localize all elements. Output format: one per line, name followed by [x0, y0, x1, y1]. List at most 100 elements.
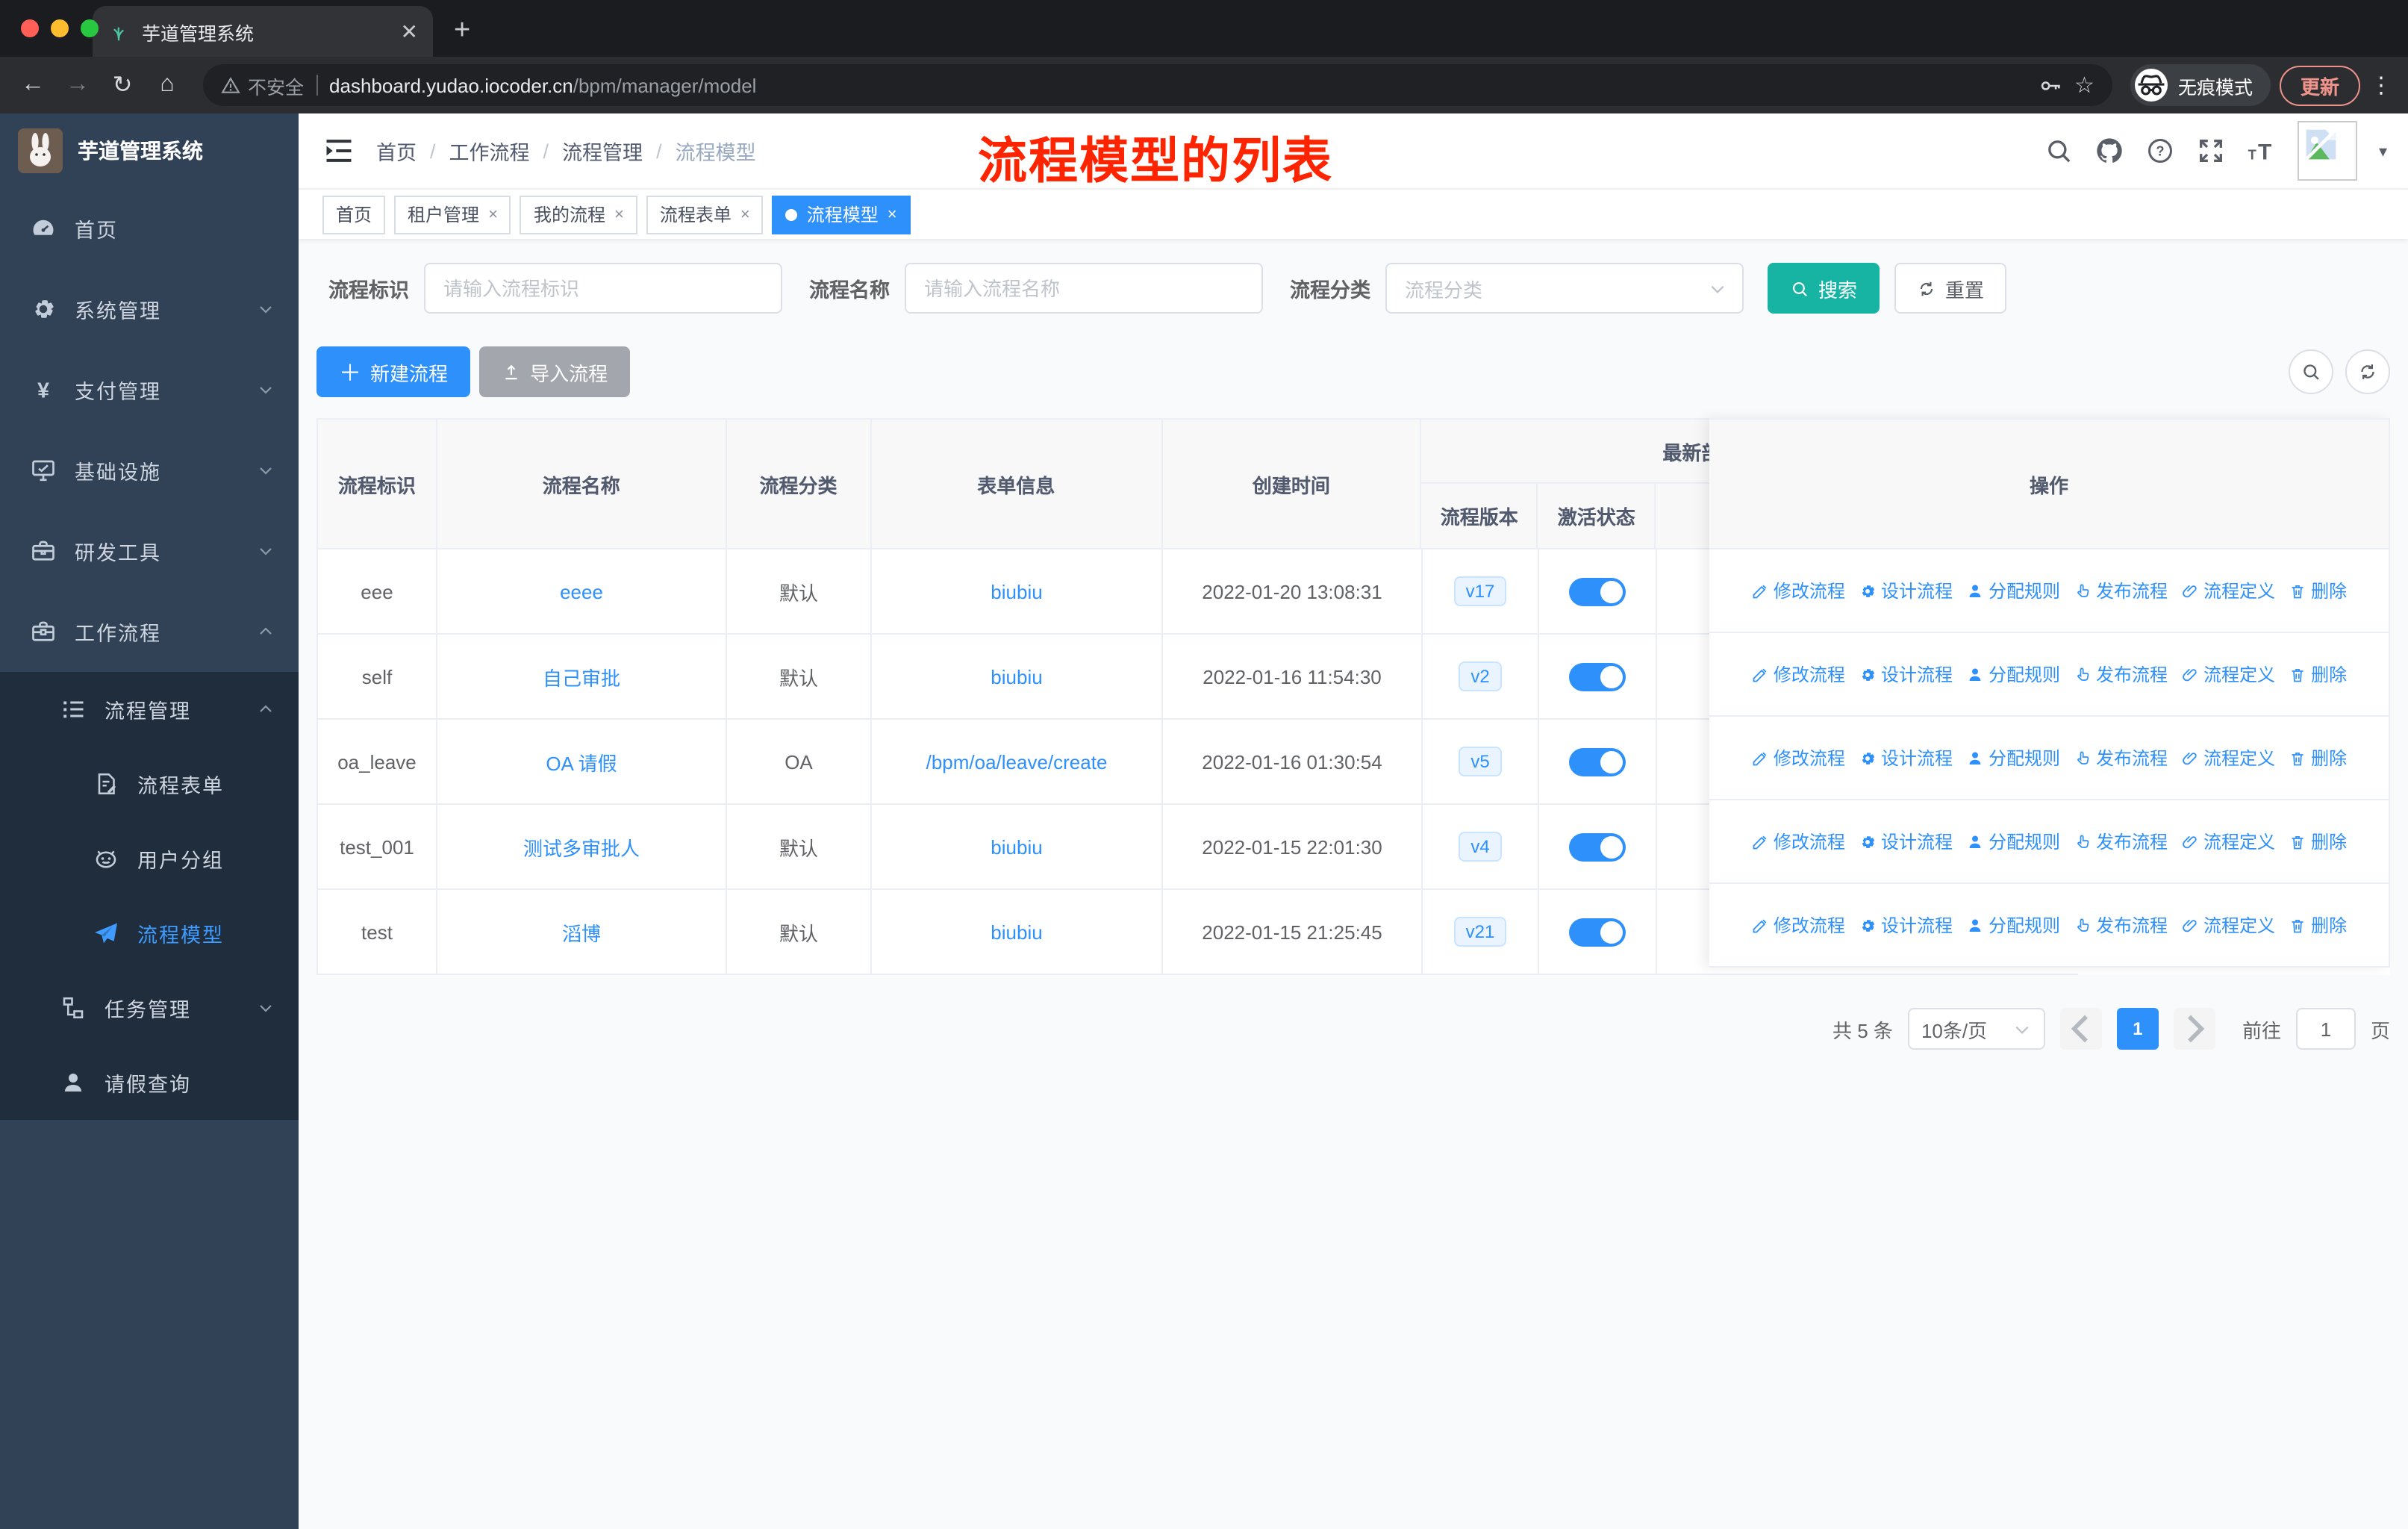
tag-4[interactable]: 流程模型 ×: [772, 195, 911, 234]
action-deploy-hand-link[interactable]: 发布流程: [2074, 912, 2168, 938]
action-edit-link[interactable]: 修改流程: [1751, 829, 1845, 854]
form-info-link[interactable]: biubiu: [991, 835, 1042, 858]
user-avatar[interactable]: [2298, 121, 2358, 181]
help-icon[interactable]: ?: [2146, 136, 2176, 166]
close-window-button[interactable]: [21, 19, 39, 37]
breadcrumb-process-mgmt[interactable]: 流程管理: [562, 136, 643, 166]
window-controls[interactable]: [21, 19, 99, 37]
sidebar-item-11[interactable]: 请假查询: [0, 1045, 299, 1120]
action-deploy-hand-link[interactable]: 发布流程: [2074, 745, 2168, 770]
action-definition-clip-link[interactable]: 流程定义: [2181, 745, 2275, 770]
create-process-button[interactable]: ＋新建流程: [316, 346, 471, 397]
page-size-select[interactable]: 10条/页: [1907, 1008, 2045, 1050]
key-icon[interactable]: [2037, 72, 2062, 98]
browser-menu-icon[interactable]: ⋮: [2369, 72, 2393, 99]
reload-icon[interactable]: ↻: [105, 70, 140, 100]
filter-id-input[interactable]: [424, 263, 782, 314]
security-warning[interactable]: 不安全: [221, 71, 304, 99]
action-assign-user-link[interactable]: 分配规则: [1966, 661, 2060, 687]
breadcrumb-home[interactable]: 首页: [376, 136, 417, 166]
github-icon[interactable]: [2095, 136, 2125, 166]
maximize-window-button[interactable]: [81, 19, 99, 37]
avatar-caret-icon[interactable]: ▾: [2379, 141, 2387, 161]
minimize-window-button[interactable]: [51, 19, 69, 37]
page-1-button[interactable]: 1: [2116, 1008, 2159, 1050]
bookmark-star-icon[interactable]: ☆: [2074, 72, 2094, 99]
action-delete-link[interactable]: 删除: [2289, 829, 2347, 854]
action-delete-link[interactable]: 删除: [2289, 578, 2347, 603]
action-edit-link[interactable]: 修改流程: [1751, 578, 1845, 603]
forward-icon[interactable]: →: [60, 72, 96, 99]
action-definition-clip-link[interactable]: 流程定义: [2181, 661, 2275, 687]
font-size-icon[interactable]: TT: [2248, 136, 2277, 166]
action-definition-clip-link[interactable]: 流程定义: [2181, 829, 2275, 854]
active-toggle[interactable]: [1569, 577, 1626, 605]
import-process-button[interactable]: 导入流程: [479, 346, 631, 397]
action-deploy-hand-link[interactable]: 发布流程: [2074, 829, 2168, 854]
next-page-button[interactable]: [2173, 1008, 2215, 1050]
sidebar-item-5[interactable]: 工作流程: [0, 591, 299, 672]
sidebar-item-1[interactable]: 系统管理: [0, 269, 299, 349]
browser-tab[interactable]: 芋道管理系统 ✕: [93, 6, 433, 57]
tag-2[interactable]: 我的流程 ×: [520, 195, 637, 234]
url-bar[interactable]: 不安全 dashboard.yudao.iocoder.cn/bpm/manag…: [203, 64, 2112, 106]
action-deploy-hand-link[interactable]: 发布流程: [2074, 661, 2168, 687]
collapse-sidebar-icon[interactable]: [322, 134, 355, 167]
action-delete-link[interactable]: 删除: [2289, 745, 2347, 770]
process-name-link[interactable]: eeee: [560, 580, 603, 602]
action-delete-link[interactable]: 删除: [2289, 912, 2347, 938]
prev-page-button[interactable]: [2059, 1008, 2102, 1050]
breadcrumb-workflow[interactable]: 工作流程: [449, 136, 530, 166]
sidebar-item-2[interactable]: ¥ 支付管理: [0, 349, 299, 430]
tag-close-icon[interactable]: ×: [614, 205, 624, 223]
filter-name-input[interactable]: [905, 263, 1263, 314]
action-assign-user-link[interactable]: 分配规则: [1966, 578, 2060, 603]
new-tab-button[interactable]: +: [454, 15, 470, 48]
sidebar-item-3[interactable]: 基础设施: [0, 430, 299, 511]
action-edit-link[interactable]: 修改流程: [1751, 745, 1845, 770]
filter-category-select[interactable]: 流程分类: [1385, 263, 1744, 314]
back-icon[interactable]: ←: [15, 72, 51, 99]
app-logo[interactable]: 芋道管理系统: [0, 113, 299, 188]
reset-button[interactable]: 重置: [1894, 263, 2007, 314]
action-assign-user-link[interactable]: 分配规则: [1966, 912, 2060, 938]
tag-close-icon[interactable]: ×: [488, 205, 498, 223]
sidebar-item-10[interactable]: 任务管理: [0, 971, 299, 1045]
tag-close-icon[interactable]: ×: [740, 205, 750, 223]
tag-1[interactable]: 租户管理 ×: [394, 195, 511, 234]
refresh-table-button[interactable]: [2345, 349, 2390, 394]
tab-close-icon[interactable]: ✕: [401, 19, 418, 44]
goto-page-input[interactable]: [2295, 1008, 2356, 1050]
search-icon[interactable]: [2044, 136, 2074, 166]
sidebar-item-4[interactable]: 研发工具: [0, 511, 299, 591]
action-edit-link[interactable]: 修改流程: [1751, 912, 1845, 938]
form-info-link[interactable]: biubiu: [991, 921, 1042, 943]
process-name-link[interactable]: 测试多审批人: [523, 832, 640, 861]
action-design-gear-link[interactable]: 设计流程: [1859, 912, 1953, 938]
tag-close-icon[interactable]: ×: [888, 205, 897, 223]
search-button[interactable]: 搜索: [1768, 263, 1880, 314]
action-design-gear-link[interactable]: 设计流程: [1859, 578, 1953, 603]
action-delete-link[interactable]: 删除: [2289, 661, 2347, 687]
home-icon[interactable]: ⌂: [149, 72, 185, 99]
action-edit-link[interactable]: 修改流程: [1751, 661, 1845, 687]
action-assign-user-link[interactable]: 分配规则: [1966, 745, 2060, 770]
action-definition-clip-link[interactable]: 流程定义: [2181, 578, 2275, 603]
sidebar-item-6[interactable]: 流程管理: [0, 672, 299, 747]
action-deploy-hand-link[interactable]: 发布流程: [2074, 578, 2168, 603]
fullscreen-icon[interactable]: [2197, 136, 2227, 166]
action-assign-user-link[interactable]: 分配规则: [1966, 829, 2060, 854]
active-toggle[interactable]: [1569, 662, 1626, 691]
process-name-link[interactable]: OA 请假: [546, 747, 617, 776]
form-info-link[interactable]: biubiu: [991, 580, 1042, 602]
sidebar-item-7[interactable]: 流程表单: [0, 747, 299, 821]
sidebar-item-9[interactable]: 流程模型: [0, 896, 299, 971]
toggle-search-button[interactable]: [2289, 349, 2333, 394]
sidebar-item-8[interactable]: 用户分组: [0, 821, 299, 896]
action-design-gear-link[interactable]: 设计流程: [1859, 745, 1953, 770]
update-button[interactable]: 更新: [2279, 65, 2360, 105]
action-definition-clip-link[interactable]: 流程定义: [2181, 912, 2275, 938]
tag-3[interactable]: 流程表单 ×: [646, 195, 764, 234]
form-info-link[interactable]: /bpm/oa/leave/create: [926, 750, 1108, 773]
tag-0[interactable]: 首页: [322, 195, 386, 234]
